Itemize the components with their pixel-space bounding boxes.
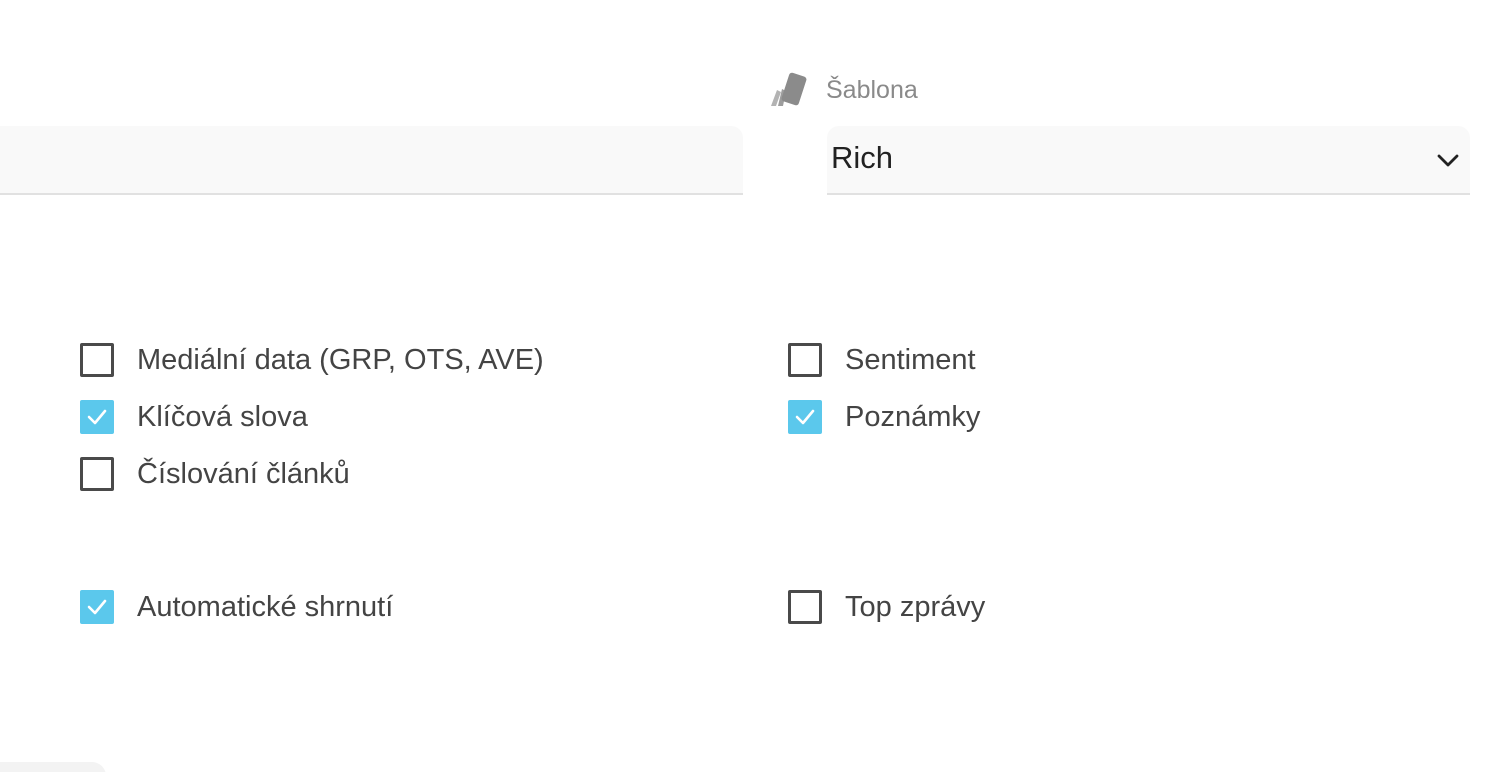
option-notes[interactable]: Poznámky bbox=[788, 397, 980, 437]
checkbox-top-news[interactable] bbox=[788, 590, 822, 624]
template-label: Šablona bbox=[826, 75, 918, 104]
bottom-tab[interactable] bbox=[0, 762, 106, 772]
cards-icon bbox=[771, 72, 807, 106]
option-media-data[interactable]: Mediální data (GRP, OTS, AVE) bbox=[80, 340, 544, 380]
option-top-news[interactable]: Top zprávy bbox=[788, 587, 985, 627]
option-article-numbering[interactable]: Číslování článků bbox=[80, 454, 350, 494]
option-sentiment[interactable]: Sentiment bbox=[788, 340, 976, 380]
checkbox-auto-summary[interactable] bbox=[80, 590, 114, 624]
option-label: Klíčová slova bbox=[137, 400, 308, 433]
export-settings-panel: Šablona Rich Mediální data (GRP, OTS, AV… bbox=[0, 0, 1492, 772]
checkbox-notes[interactable] bbox=[788, 400, 822, 434]
option-label: Mediální data (GRP, OTS, AVE) bbox=[137, 343, 544, 376]
checkbox-keywords[interactable] bbox=[80, 400, 114, 434]
option-label: Top zprávy bbox=[845, 590, 986, 623]
text-input-field[interactable] bbox=[0, 126, 743, 195]
option-label: Poznámky bbox=[845, 400, 981, 433]
option-label: Číslování článků bbox=[137, 457, 350, 490]
option-label: Automatické shrnutí bbox=[137, 590, 394, 623]
chevron-down-icon bbox=[1437, 154, 1459, 167]
option-auto-summary[interactable]: Automatické shrnutí bbox=[80, 587, 393, 627]
template-select[interactable]: Rich bbox=[827, 126, 1470, 195]
template-select-value: Rich bbox=[831, 140, 894, 175]
checkbox-article-numbering[interactable] bbox=[80, 457, 114, 491]
option-keywords[interactable]: Klíčová slova bbox=[80, 397, 308, 437]
checkmark-icon bbox=[795, 409, 815, 425]
checkmark-icon bbox=[87, 409, 107, 425]
option-label: Sentiment bbox=[845, 343, 976, 376]
checkmark-icon bbox=[87, 599, 107, 615]
checkbox-sentiment[interactable] bbox=[788, 343, 822, 377]
template-label-row: Šablona bbox=[768, 70, 918, 110]
checkbox-media-data[interactable] bbox=[80, 343, 114, 377]
